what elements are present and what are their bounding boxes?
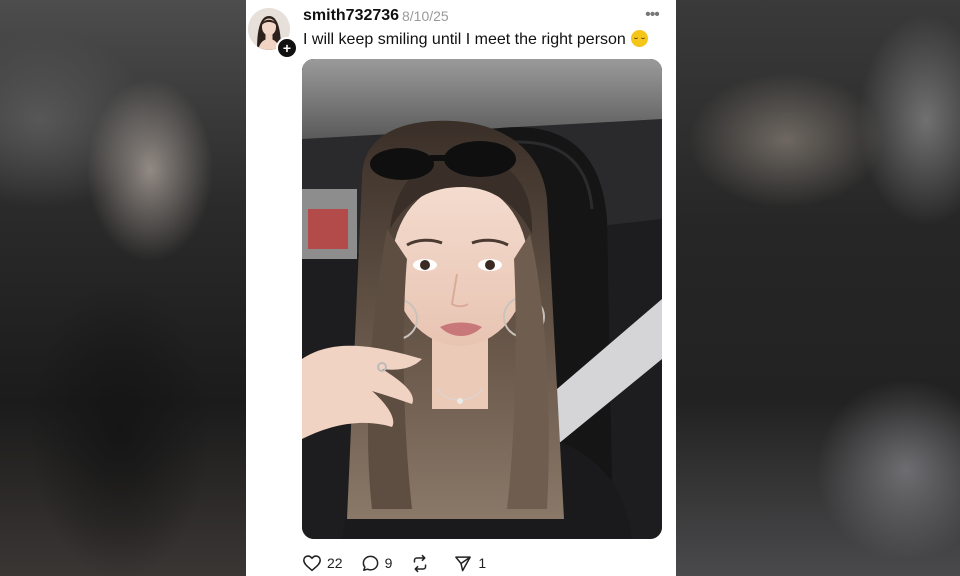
more-options-icon[interactable]: •••: [642, 6, 662, 26]
comment-count: 9: [384, 555, 393, 571]
heart-icon: [303, 555, 321, 572]
like-button[interactable]: 22: [302, 553, 343, 573]
relieved-face-emoji-icon: [630, 30, 648, 47]
caption-text: I will keep smiling until I meet the rig…: [303, 31, 626, 48]
screenshot-stage: + smith732736 8/10/25 ••• I will keep sm…: [0, 0, 960, 576]
share-button[interactable]: 1: [453, 553, 486, 573]
blurred-background-right: [676, 0, 960, 576]
like-count: 22: [327, 555, 343, 571]
post-action-bar: 22 9 1: [302, 552, 504, 574]
username[interactable]: smith732736: [303, 7, 399, 25]
post-photo[interactable]: [302, 59, 662, 539]
blurred-background-left: [0, 0, 246, 576]
repost-icon: [414, 554, 427, 572]
post-caption: I will keep smiling until I meet the rig…: [303, 30, 648, 49]
comment-bubble-icon: [362, 555, 378, 571]
follow-plus-icon[interactable]: +: [276, 37, 298, 59]
comment-button[interactable]: 9: [361, 553, 393, 573]
post-date: 8/10/25: [402, 8, 449, 24]
repost-button[interactable]: [410, 554, 435, 573]
send-icon: [455, 555, 472, 571]
share-count: 1: [478, 555, 487, 571]
